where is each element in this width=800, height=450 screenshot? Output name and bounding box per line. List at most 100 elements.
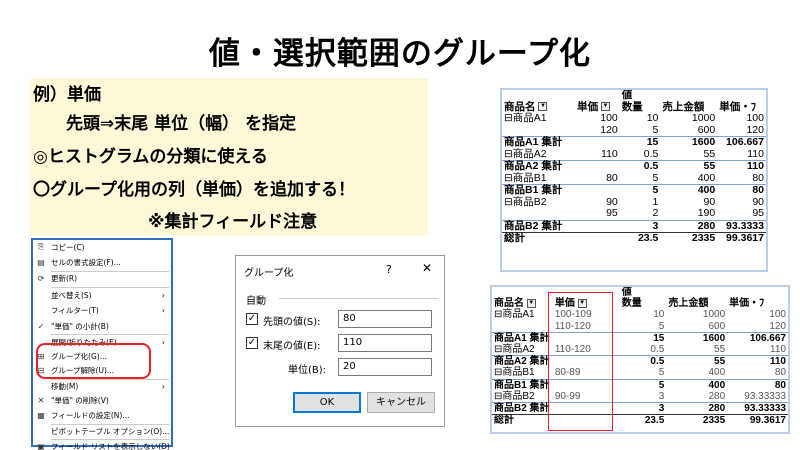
menu-item[interactable]: ✓ "単価" の小計(B) [33,319,171,333]
menu-item-label: フィルター(T) [51,305,99,315]
table-cell: 商品A2 集計 [502,160,576,173]
empty-cell [727,287,788,298]
unit-value-input[interactable]: 20 [338,358,432,376]
table-cell: 400 [666,378,728,391]
note-caution: ※集計フィールド注意 [148,212,318,232]
table-cell: ⊟商品B2 [504,195,547,208]
table-cell: 80 [774,367,786,379]
menu-item-label: 更新(R) [51,273,78,283]
table-cell: 15 [619,331,667,345]
menu-item[interactable]: ✕ "単価" の削除(V) [33,393,171,407]
note-range: 先頭⇒末尾 単位（幅） を指定 [66,114,297,134]
table-row: ⊟商品A2 110-120 0.5 55 110 [492,344,788,356]
help-icon[interactable]: ? [386,263,392,276]
table-cell [502,208,575,220]
table-cell: ⊟商品B2 [494,390,535,402]
table-cell: 0.5 [619,160,661,173]
table-cell: ⊟商品A1 [494,309,535,321]
table-cell: 280 [708,390,726,402]
refresh-icon: ⟳ [37,273,45,283]
filter-dropdown-icon[interactable]: ▼ [538,102,548,112]
table-cell: 23.5 [619,414,667,427]
table-cell: 93.3333 [717,219,766,233]
start-checkbox[interactable]: ✓ [246,313,258,325]
column-header-label: 売上金額 [662,100,705,113]
filter-dropdown-icon[interactable]: ▼ [601,102,611,112]
table-row: 95 2 190 95 [502,207,766,220]
end-value-input[interactable]: 110 [338,334,432,352]
table-cell: 5 [658,367,665,379]
column-header: 数量 [620,298,667,309]
menu-item[interactable]: ▣ フィールド リストを表示しない(D) [33,439,171,450]
menu-item-label: "単価" の削除(V) [51,395,109,405]
table-cell: 110 [747,147,764,160]
table-row: ⊟商品B2 90 1 90 90 [502,195,766,209]
menu-item-label: フィールド リストを表示しない(D) [51,441,170,450]
table-cell: 99.3617 [717,232,766,245]
table-cell: 120 [746,123,764,136]
menu-item-label: ピボットテーブル オプション(O)... [51,426,170,436]
table-row: 110-120 5 600 120 [492,321,788,333]
table-cell: 1600 [660,136,718,149]
table-cell: ⊟商品A1 [504,112,547,124]
menu-item[interactable]: 並べ替え(S) › [33,288,171,302]
table-cell: 15 [619,136,661,149]
group-dialog: グループ化 ? ✕ 自動 ✓ 先頭の値(S): 80 ✓ 末尾の値(E): 11… [235,255,445,427]
column-header-label: 単価 [577,100,599,113]
table-cell: 100 [746,112,764,124]
check-icon: ✓ [37,321,45,331]
table-cell: 280 [660,219,718,233]
table-cell: 5 [619,378,667,391]
cancel-button[interactable]: キャンセル [367,392,435,413]
note-example: 例）単価 [33,85,101,105]
subtotal-row: 商品B1 集計 5 400 80 [502,184,766,197]
table-row: ⊟商品A1 100 10 1000 100 [502,112,766,125]
menu-item[interactable]: ピボットテーブル オプション(O)... [33,424,171,438]
subtotal-row: 商品B2 集計 3 280 93.33333 [492,402,788,415]
column-header[interactable]: 商品名 ▼ [492,298,553,309]
table-cell: 5 [658,320,665,332]
table-cell: 99.3617 [727,414,788,427]
menu-item[interactable]: ▦ フィールドの設定(N)... [33,408,171,422]
start-label: 先頭の値(S): [263,317,321,328]
header-row: 商品名 ▼ 単価 ▼ 数量 売上金額 単価・ﾌ [492,298,788,309]
menu-item-label: セルの書式設定(F)... [51,257,121,267]
grand-total-row: 総計 23.5 2335 99.3617 [502,232,766,245]
table-cell: 93.33333 [744,390,786,402]
filter-dropdown-icon[interactable]: ▼ [526,299,536,309]
table-cell: 400 [697,171,716,184]
table-cell: 0.5 [643,147,659,160]
menu-item[interactable]: フィルター(T) › [33,303,171,317]
menu-item[interactable]: ⟳ 更新(R) [33,271,171,285]
table-cell: 93.33333 [727,402,788,415]
close-icon[interactable]: ✕ [422,261,432,275]
table-cell: 400 [708,367,726,379]
table-cell: 商品A1 集計 [502,136,576,149]
table-cell: 10 [653,309,665,321]
table-cell: 55 [703,147,716,160]
table-cell: 2335 [666,414,728,427]
menu-item[interactable]: ▤ セルの書式設定(F)... [33,255,171,269]
table-row: ⊟商品B1 80-89 5 400 80 [492,367,788,379]
menu-item[interactable]: 移動(M) › [33,379,171,393]
table-row: ⊟商品B2 90-99 3 280 93.33333 [492,391,788,403]
table-cell [502,125,575,137]
table-cell: 80 [727,378,788,391]
empty-cell [666,287,727,298]
start-value-input[interactable]: 80 [338,310,432,328]
menu-item[interactable]: ⎘ コピー(C) [33,240,171,254]
table-cell: 100 [769,309,786,321]
unit-label: 単位(B): [288,365,327,376]
column-header: 売上金額 [666,298,727,309]
values-header-row: 値 [492,287,788,298]
auto-group-label: 自動 [246,296,266,307]
ok-button[interactable]: OK [293,392,361,413]
table-row: ⊟商品B1 80 5 400 80 [502,171,766,185]
table-cell: 1000 [702,309,726,321]
end-checkbox[interactable]: ✓ [246,337,258,349]
table-cell: 23.5 [619,232,661,245]
table-row: ⊟商品A1 100-109 10 1000 100 [492,309,788,320]
chevron-right-icon: › [161,305,165,315]
table-cell: 400 [660,184,718,197]
table-cell: 2335 [660,232,718,245]
